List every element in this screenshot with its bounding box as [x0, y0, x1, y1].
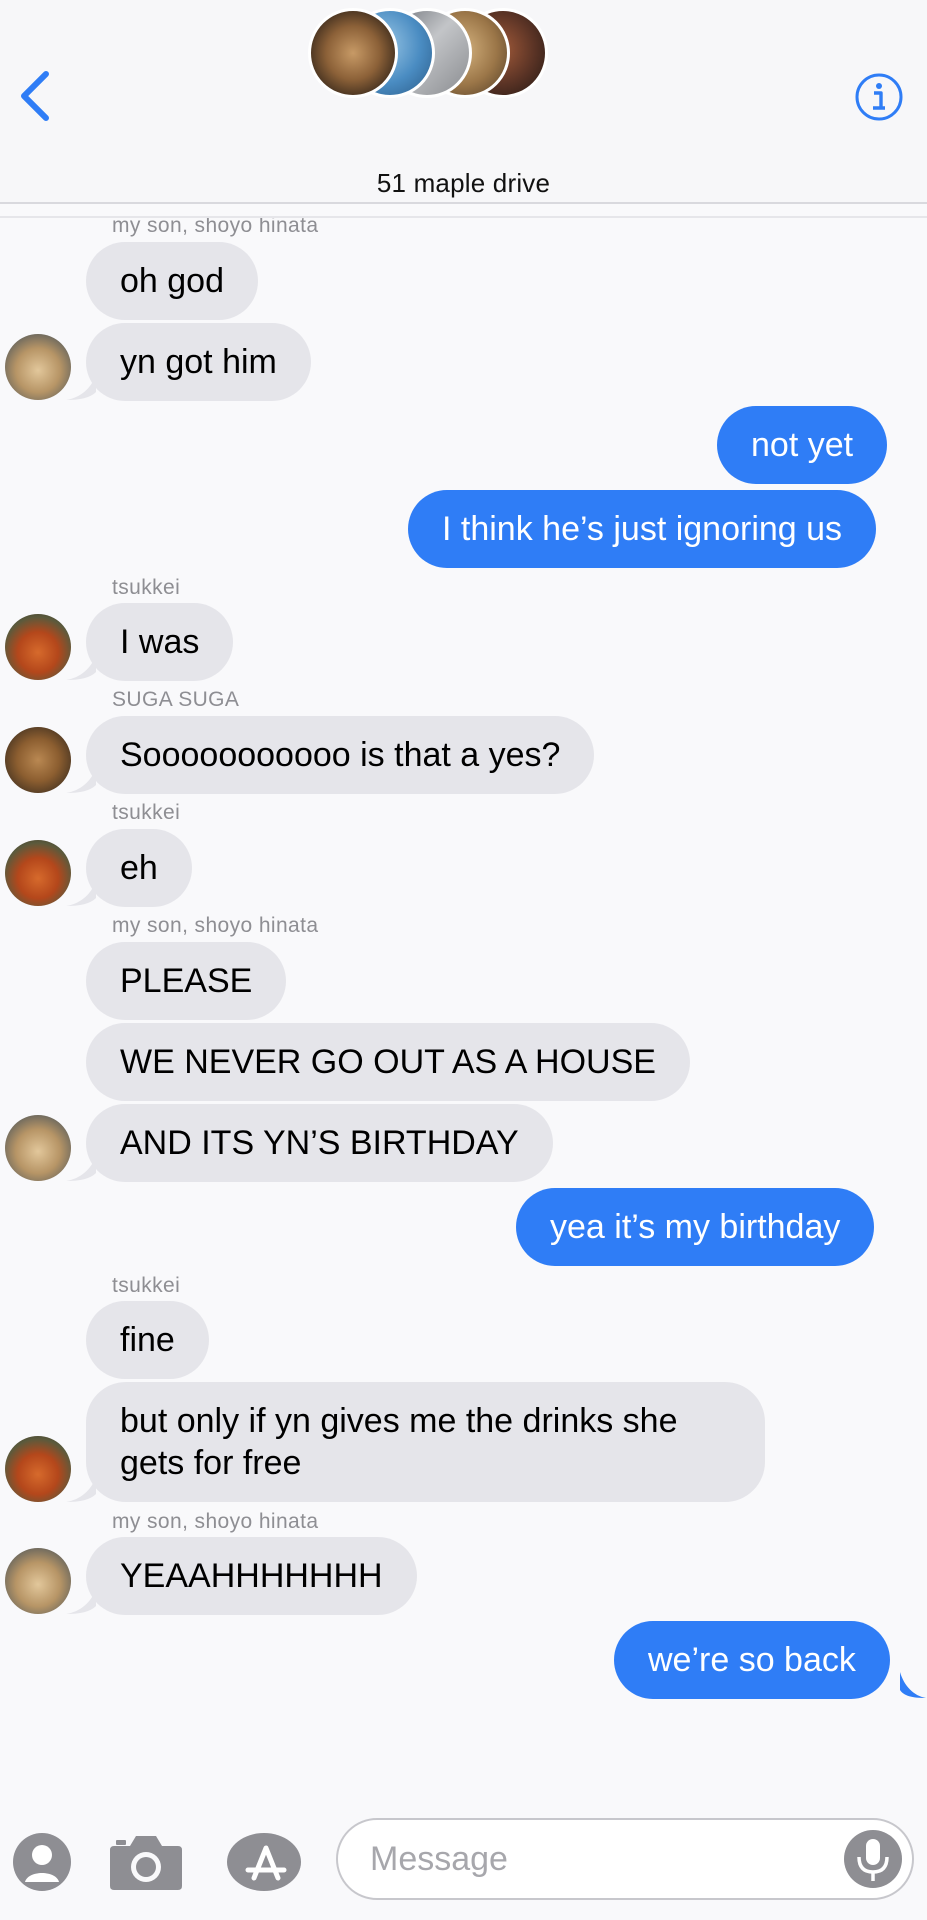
sender-name: my son, shoyo hinata	[112, 914, 319, 937]
bubble-tail	[66, 1155, 96, 1181]
bubble-tail	[66, 654, 96, 680]
group-avatars[interactable]	[308, 8, 548, 104]
header-divider	[0, 216, 927, 218]
avatar[interactable]	[5, 1436, 71, 1502]
contact-icon[interactable]	[12, 1832, 72, 1892]
group-avatar	[308, 8, 398, 98]
avatar[interactable]	[5, 334, 71, 400]
message-input[interactable]	[336, 1818, 914, 1900]
bubble-tail	[66, 767, 96, 793]
avatar[interactable]	[5, 1548, 71, 1614]
incoming-message[interactable]: PLEASE	[86, 942, 287, 1020]
incoming-message[interactable]: but only if yn gives me the drinks she g…	[86, 1382, 765, 1502]
avatar[interactable]	[5, 840, 71, 906]
sender-name: SUGA SUGA	[112, 688, 240, 711]
bubble-tail	[66, 1476, 96, 1502]
conversation-title[interactable]: 51 maple drive	[0, 168, 927, 199]
microphone-icon[interactable]	[843, 1829, 903, 1889]
incoming-message[interactable]: YEAAHHHHHHH	[86, 1537, 417, 1615]
sender-name: tsukkei	[112, 576, 181, 599]
incoming-message[interactable]: WE NEVER GO OUT AS A HOUSE	[86, 1023, 690, 1101]
incoming-message[interactable]: eh	[86, 829, 192, 907]
outgoing-message[interactable]: not yet	[717, 406, 888, 484]
bubble-tail	[66, 374, 96, 400]
bubble-tail	[66, 880, 96, 906]
outgoing-message[interactable]: I think he’s just ignoring us	[408, 490, 877, 568]
avatar[interactable]	[5, 614, 71, 680]
incoming-message[interactable]: I was	[86, 603, 234, 681]
bubble-tail	[66, 1588, 96, 1614]
app-store-icon[interactable]	[226, 1832, 306, 1892]
outgoing-message[interactable]: we’re so back	[614, 1621, 890, 1699]
bubble-tail	[900, 1672, 926, 1698]
incoming-message[interactable]: yn got him	[86, 323, 311, 401]
incoming-message[interactable]: AND ITS YN’S BIRTHDAY	[86, 1104, 553, 1182]
incoming-message[interactable]: oh god	[86, 242, 258, 320]
info-icon[interactable]	[854, 72, 904, 122]
sender-name: my son, shoyo hinata	[112, 1510, 319, 1533]
outgoing-message[interactable]: yea it’s my birthday	[516, 1188, 875, 1266]
conversation-header: 51 maple drive	[0, 0, 927, 204]
avatar[interactable]	[5, 1115, 71, 1181]
chevron-left-icon[interactable]	[16, 68, 56, 124]
incoming-message[interactable]: Sooooooooooo is that a yes?	[86, 716, 595, 794]
avatar[interactable]	[5, 727, 71, 793]
sender-name: tsukkei	[112, 801, 181, 824]
camera-icon[interactable]	[108, 1832, 184, 1892]
sender-name: tsukkei	[112, 1274, 181, 1297]
incoming-message[interactable]: fine	[86, 1301, 209, 1379]
